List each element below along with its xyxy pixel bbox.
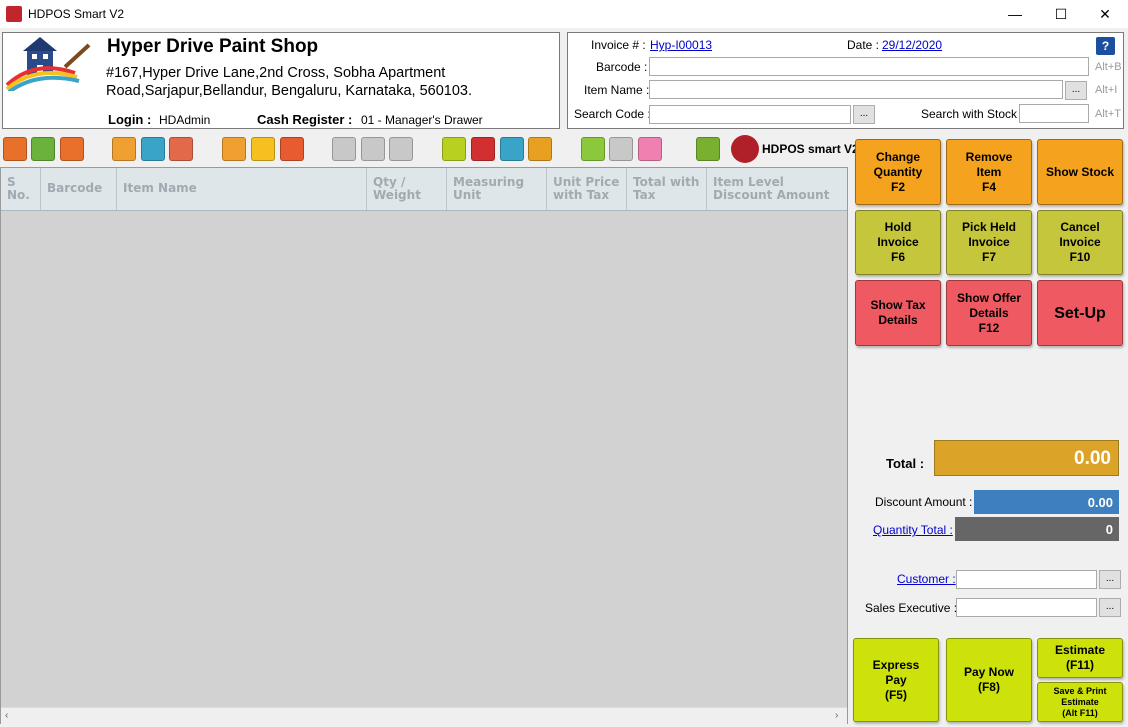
shop-logo [5, 37, 91, 91]
search-stock-label: Search with Stock : [921, 107, 1024, 121]
cash-register-label: Cash Register : [257, 112, 353, 127]
counter-icon [609, 137, 633, 161]
scroll-left-icon[interactable]: ‹ [5, 710, 8, 721]
total-label: Total : [886, 456, 925, 471]
invoice-items-grid[interactable]: S No. Barcode Item Name Qty / Weight Mea… [0, 167, 848, 724]
cancel-icon [389, 137, 413, 161]
quantity-total-value: 0 [955, 517, 1119, 541]
date-label: Date : [847, 38, 880, 52]
grid-header: S No. Barcode Item Name Qty / Weight Mea… [1, 168, 847, 211]
shop-info-panel: Hyper Drive Paint Shop #167,Hyper Drive … [2, 32, 560, 129]
invoice-number-link[interactable]: Hyp-I00013 [650, 38, 712, 52]
maximize-button[interactable]: ☐ [1038, 0, 1084, 28]
sales-executive-label: Sales Executive : [865, 601, 958, 615]
shop-address: #167,Hyper Drive Lane,2nd Cross, Sobha A… [106, 65, 472, 99]
remove-item-button[interactable]: Remove Item F4 [946, 139, 1032, 205]
column-header-measuring-unit[interactable]: Measuring Unit [447, 168, 547, 210]
hdpos-logo-icon [731, 135, 759, 163]
search-stock-input[interactable] [1019, 104, 1089, 123]
settings-gear-icon[interactable] [696, 137, 720, 161]
login-label: Login : [108, 112, 152, 127]
cart-icon[interactable] [141, 137, 165, 161]
app-icon [6, 6, 22, 22]
barcode-hint: Alt+B [1095, 61, 1122, 73]
offers-icon[interactable] [169, 137, 193, 161]
item-name-browse-button[interactable]: ... [1065, 81, 1087, 100]
column-header-item-name[interactable]: Item Name [117, 168, 367, 210]
return-icon[interactable] [60, 137, 84, 161]
checklist-icon [332, 137, 356, 161]
coupon-icon [361, 137, 385, 161]
horizontal-scrollbar[interactable]: ‹ › [1, 707, 847, 724]
login-value: HDAdmin [159, 113, 211, 127]
item-name-input[interactable] [649, 80, 1063, 99]
calculator-icon[interactable] [442, 137, 466, 161]
total-value: 0.00 [934, 440, 1119, 476]
show-offer-details-button[interactable]: Show Offer Details F12 [946, 280, 1032, 346]
help-icon[interactable]: ? [1096, 37, 1115, 55]
column-header-qty-weight[interactable]: Qty / Weight [367, 168, 447, 210]
express-pay-button[interactable]: Express Pay (F5) [853, 638, 939, 722]
cash-calculator-icon[interactable] [500, 137, 524, 161]
edit-list-icon[interactable] [112, 137, 136, 161]
export-icon[interactable] [280, 137, 304, 161]
cash-register-value: 01 - Manager's Drawer [361, 113, 483, 127]
invoice-panel: Invoice # : Hyp-I00013 Date : 29/12/2020… [567, 32, 1124, 129]
column-header-total-with-tax[interactable]: Total with Tax [627, 168, 707, 210]
shop-name: Hyper Drive Paint Shop [107, 36, 319, 57]
tax-icon[interactable] [471, 137, 495, 161]
notes-icon[interactable] [251, 137, 275, 161]
stock-icon[interactable] [222, 137, 246, 161]
estimate-button[interactable]: Estimate (F11) [1037, 638, 1123, 678]
discount-value: 0.00 [974, 490, 1119, 514]
date-link[interactable]: 29/12/2020 [882, 38, 942, 52]
close-button[interactable]: ✕ [1082, 0, 1128, 28]
invoice-label: Invoice # : [591, 38, 646, 52]
column-header-barcode[interactable]: Barcode [41, 168, 117, 210]
item-name-hint: Alt+I [1095, 84, 1118, 96]
save-print-estimate-button[interactable]: Save & Print Estimate (Alt F11) [1037, 682, 1123, 722]
customer-browse-button[interactable]: ... [1099, 570, 1121, 589]
column-header-item-discount[interactable]: Item Level Discount Amount [707, 168, 847, 210]
barcode-label: Barcode : [596, 60, 648, 74]
customer-input[interactable] [956, 570, 1097, 589]
new-invoice-icon[interactable] [3, 137, 27, 161]
cancel-invoice-button[interactable]: Cancel Invoice F10 [1037, 210, 1123, 275]
sales-executive-browse-button[interactable]: ... [1099, 598, 1121, 617]
item-name-label: Item Name : [584, 83, 650, 97]
minimize-button[interactable]: — [992, 0, 1038, 28]
brand-label: HDPOS smart V2 [762, 142, 859, 156]
window-title: HDPOS Smart V2 [28, 7, 125, 21]
quantity-total-link[interactable]: Quantity Total : [873, 523, 953, 537]
search-code-input[interactable] [649, 105, 851, 124]
sales-history-icon[interactable] [31, 137, 55, 161]
windows-icon[interactable] [528, 137, 552, 161]
change-quantity-button[interactable]: Change Quantity F2 [855, 139, 941, 205]
key-icon[interactable] [638, 137, 662, 161]
user-icon[interactable] [581, 137, 605, 161]
setup-button[interactable]: Set-Up [1037, 280, 1123, 346]
column-header-sno[interactable]: S No. [1, 168, 41, 210]
search-code-browse-button[interactable]: ... [853, 105, 875, 124]
title-bar: HDPOS Smart V2 — ☐ ✕ [0, 0, 1128, 28]
search-stock-hint: Alt+T [1095, 108, 1121, 120]
customer-link[interactable]: Customer : [897, 572, 956, 586]
column-header-unit-price[interactable]: Unit Price with Tax [547, 168, 627, 210]
hold-invoice-button[interactable]: Hold Invoice F6 [855, 210, 941, 275]
show-tax-details-button[interactable]: Show Tax Details [855, 280, 941, 346]
barcode-input[interactable] [649, 57, 1089, 76]
search-code-label: Search Code : [574, 107, 651, 121]
pay-now-button[interactable]: Pay Now (F8) [946, 638, 1032, 722]
discount-label: Discount Amount : [875, 495, 973, 509]
sales-executive-input[interactable] [956, 598, 1097, 617]
show-stock-button[interactable]: Show Stock [1037, 139, 1123, 205]
scroll-right-icon[interactable]: › [835, 710, 838, 721]
pick-held-invoice-button[interactable]: Pick Held Invoice F7 [946, 210, 1032, 275]
